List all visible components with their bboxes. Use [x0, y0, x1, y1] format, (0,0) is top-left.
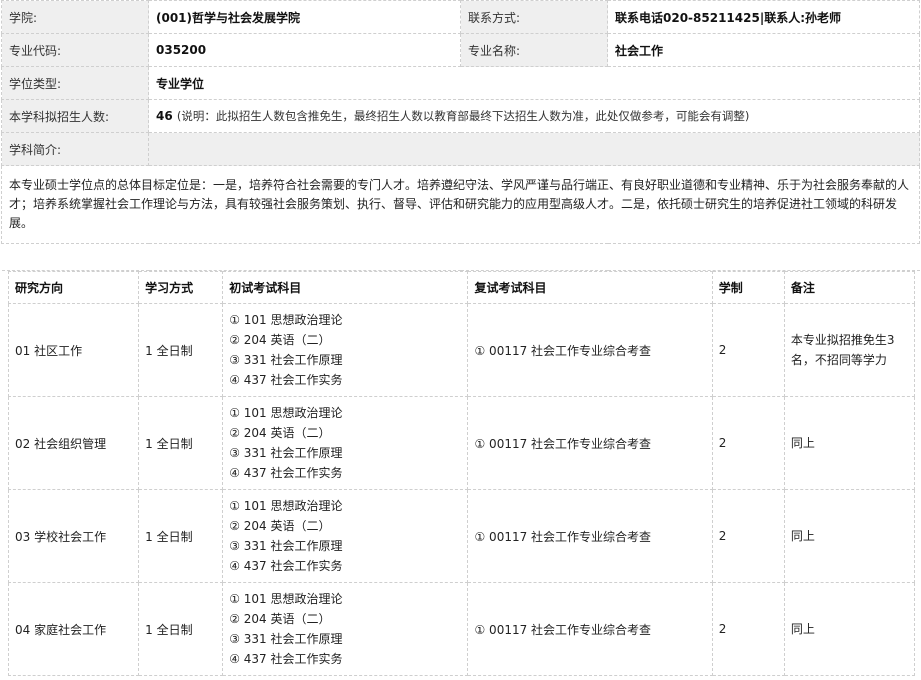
- mode-cell: 1 全日制: [138, 489, 224, 583]
- enroll-count: 46: [156, 109, 173, 123]
- years-cell: 2: [711, 396, 785, 490]
- contact-value: 联系电话020-85211425|联系人:孙老师: [607, 0, 920, 34]
- years-cell: 2: [711, 303, 785, 397]
- remark-cell: 同上: [783, 582, 916, 676]
- code-label: 专业代码:: [1, 33, 149, 67]
- degree-value: 专业学位: [148, 66, 920, 100]
- college-label: 学院:: [1, 0, 149, 34]
- header-years: 学制: [711, 271, 785, 304]
- intro-label: 学科简介:: [1, 132, 149, 166]
- spacer-cell: [1, 243, 920, 271]
- direction-cell: 04 家庭社会工作: [7, 582, 140, 676]
- mode-cell: 1 全日制: [138, 303, 224, 397]
- enroll-row: 本学科拟招生人数: 46 (说明：此拟招生人数包含推免生，最终招生人数以教育部最…: [1, 99, 920, 133]
- header-initial-exam: 初试考试科目: [222, 271, 469, 304]
- table-row: 03 学校社会工作 1 全日制 ① 101 思想政治理论 ② 204 英语（二） ③ 3…: [7, 489, 916, 583]
- enroll-label: 本学科拟招生人数:: [1, 99, 149, 133]
- exam-subject: ② 204 英语（二）: [229, 426, 331, 440]
- retest-cell: ① 00117 社会工作专业综合考查: [467, 489, 713, 583]
- retest-cell: ① 00117 社会工作专业综合考查: [467, 303, 713, 397]
- intro-text: 本专业硕士学位点的总体目标定位是：一是，培养符合社会需要的专门人才。培养遵纪守法…: [1, 165, 920, 244]
- degree-label: 学位类型:: [1, 66, 149, 100]
- exam-subject: ① 101 思想政治理论: [229, 406, 343, 420]
- direction-cell: 01 社区工作: [7, 303, 140, 397]
- header-remark: 备注: [783, 271, 916, 304]
- direction-cell: 03 学校社会工作: [7, 489, 140, 583]
- direction-cell: 02 社会组织管理: [7, 396, 140, 490]
- exam-subject: ④ 437 社会工作实务: [229, 652, 343, 666]
- exam-subject: ② 204 英语（二）: [229, 612, 331, 626]
- contact-label: 联系方式:: [460, 0, 608, 34]
- plan-body: 01 社区工作 1 全日制 ① 101 思想政治理论 ② 204 英语（二） ③ 331…: [7, 303, 916, 676]
- intro-row: 本专业硕士学位点的总体目标定位是：一是，培养符合社会需要的专门人才。培养遵纪守法…: [1, 165, 920, 244]
- enrollment-plan-table: 研究方向 学习方式 初试考试科目 复试考试科目 学制 备注 01 社区工作 1 全…: [7, 271, 916, 676]
- spacer-row: [1, 243, 920, 271]
- table-row: 01 社区工作 1 全日制 ① 101 思想政治理论 ② 204 英语（二） ③ 331…: [7, 303, 916, 397]
- exam-subject: ④ 437 社会工作实务: [229, 373, 343, 387]
- years-cell: 2: [711, 582, 785, 676]
- page: 学院: (001)哲学与社会发展学院 联系方式: 联系电话020-8521142…: [0, 0, 921, 680]
- exam-subject: ③ 331 社会工作原理: [229, 446, 343, 460]
- college-row: 学院: (001)哲学与社会发展学院 联系方式: 联系电话020-8521142…: [1, 0, 920, 34]
- initial-exam-cell: ① 101 思想政治理论 ② 204 英语（二） ③ 331 社会工作原理 ④ 437…: [222, 489, 469, 583]
- mode-cell: 1 全日制: [138, 582, 224, 676]
- retest-cell: ① 00117 社会工作专业综合考查: [467, 582, 713, 676]
- mode-cell: 1 全日制: [138, 396, 224, 490]
- table-row: 04 家庭社会工作 1 全日制 ① 101 思想政治理论 ② 204 英语（二） ③ 3…: [7, 582, 916, 676]
- exam-subject: ① 101 思想政治理论: [229, 592, 343, 606]
- exam-subject: ② 204 英语（二）: [229, 519, 331, 533]
- initial-exam-cell: ① 101 思想政治理论 ② 204 英语（二） ③ 331 社会工作原理 ④ 437…: [222, 303, 469, 397]
- exam-subject: ② 204 英语（二）: [229, 333, 331, 347]
- header-direction: 研究方向: [7, 271, 140, 304]
- header-retest: 复试考试科目: [467, 271, 713, 304]
- years-cell: 2: [711, 489, 785, 583]
- exam-subject: ③ 331 社会工作原理: [229, 539, 343, 553]
- initial-exam-cell: ① 101 思想政治理论 ② 204 英语（二） ③ 331 社会工作原理 ④ 437…: [222, 582, 469, 676]
- remark-cell: 同上: [783, 489, 916, 583]
- intro-label-fill: [148, 132, 920, 166]
- exam-subject: ① 101 思想政治理论: [229, 499, 343, 513]
- program-info-table: 学院: (001)哲学与社会发展学院 联系方式: 联系电话020-8521142…: [1, 0, 920, 271]
- plan-header-row: 研究方向 学习方式 初试考试科目 复试考试科目 学制 备注: [7, 271, 916, 304]
- retest-cell: ① 00117 社会工作专业综合考查: [467, 396, 713, 490]
- remark-cell: 本专业拟招推免生3名，不招同等学力: [783, 303, 916, 397]
- remark-cell: 同上: [783, 396, 916, 490]
- exam-subject: ③ 331 社会工作原理: [229, 353, 343, 367]
- initial-exam-cell: ① 101 思想政治理论 ② 204 英语（二） ③ 331 社会工作原理 ④ 437…: [222, 396, 469, 490]
- college-value: (001)哲学与社会发展学院: [148, 0, 461, 34]
- intro-label-row: 学科简介:: [1, 132, 920, 166]
- table-row: 02 社会组织管理 1 全日制 ① 101 思想政治理论 ② 204 英语（二） ③ 3…: [7, 396, 916, 490]
- exam-subject: ① 101 思想政治理论: [229, 313, 343, 327]
- exam-subject: ④ 437 社会工作实务: [229, 559, 343, 573]
- exam-subject: ③ 331 社会工作原理: [229, 632, 343, 646]
- degree-row: 学位类型: 专业学位: [1, 66, 920, 100]
- major-label: 专业名称:: [460, 33, 608, 67]
- major-value: 社会工作: [607, 33, 920, 67]
- enroll-note: (说明：此拟招生人数包含推免生，最终招生人数以教育部最终下达招生人数为准，此处仅…: [176, 109, 750, 123]
- major-code-row: 专业代码: 035200 专业名称: 社会工作: [1, 33, 920, 67]
- exam-subject: ④ 437 社会工作实务: [229, 466, 343, 480]
- enroll-cell: 46 (说明：此拟招生人数包含推免生，最终招生人数以教育部最终下达招生人数为准，…: [148, 99, 920, 133]
- header-mode: 学习方式: [138, 271, 224, 304]
- code-value: 035200: [148, 33, 461, 67]
